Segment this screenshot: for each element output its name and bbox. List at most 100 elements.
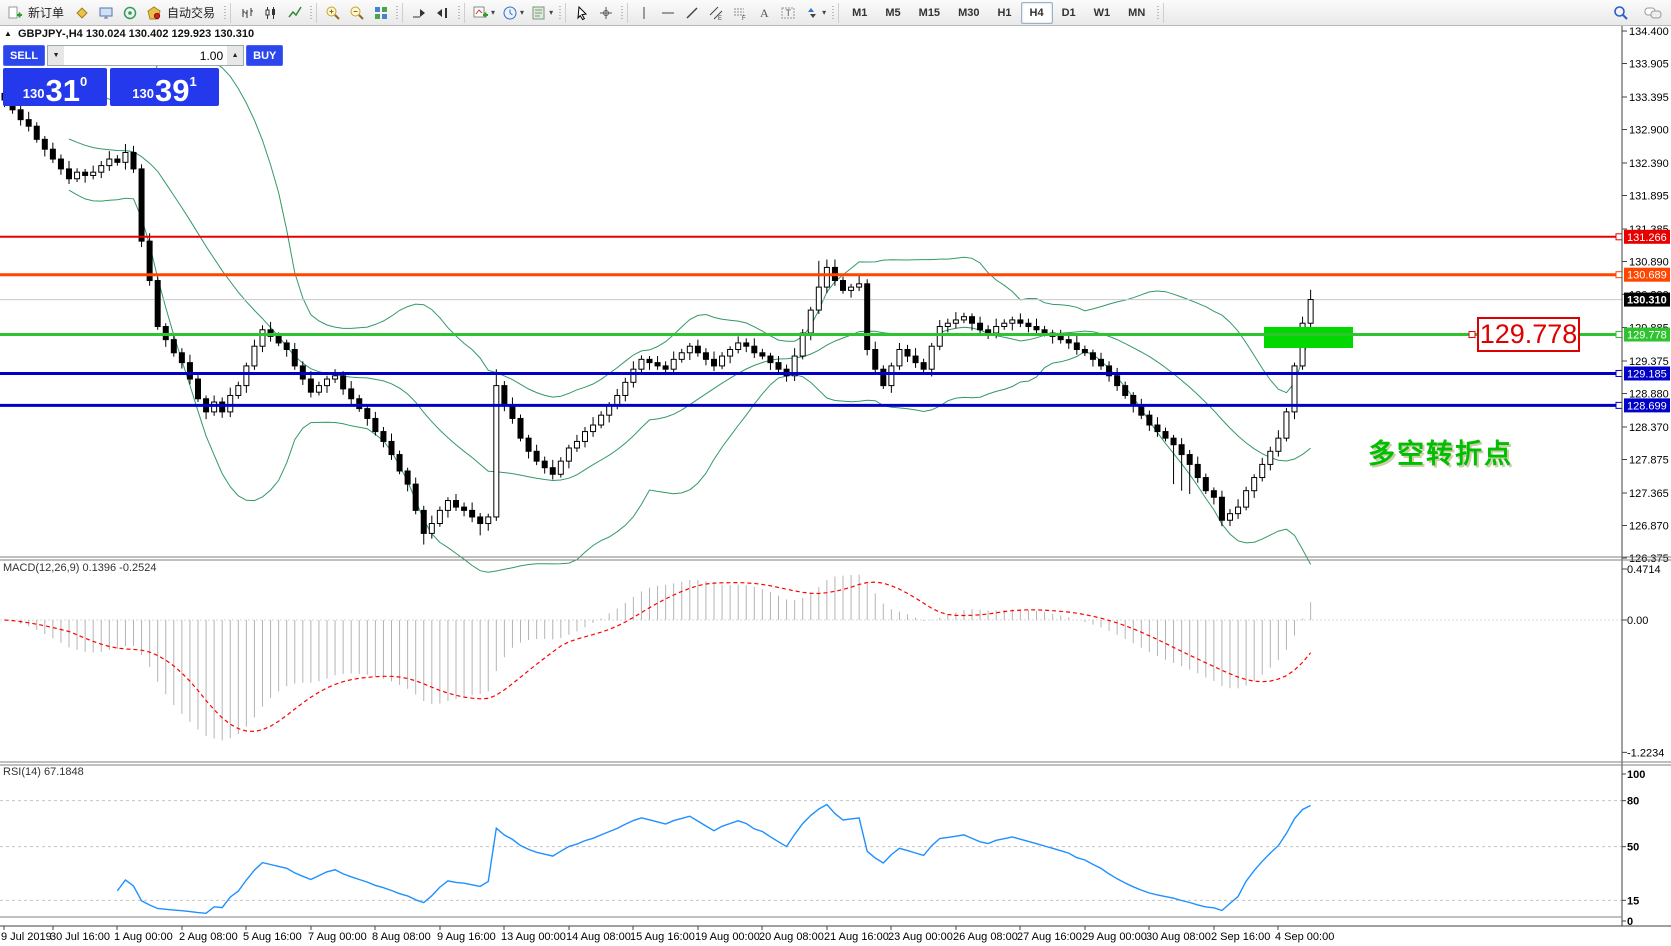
sell-price-pip: 0 — [80, 74, 87, 89]
svg-text:26 Aug 08:00: 26 Aug 08:00 — [953, 931, 1018, 943]
svg-text:30 Jul 16:00: 30 Jul 16:00 — [50, 931, 110, 943]
timeframe-m30[interactable]: M30 — [949, 2, 988, 24]
chart-shift-icon — [435, 5, 451, 21]
svg-text:134.400: 134.400 — [1629, 26, 1669, 38]
buy-price-prefix: 130 — [132, 86, 154, 101]
trendline-button[interactable] — [680, 2, 704, 24]
svg-text:128.370: 128.370 — [1629, 422, 1669, 434]
periods-dropdown-caret[interactable]: ▾ — [520, 8, 524, 17]
svg-text:9 Aug 16:00: 9 Aug 16:00 — [437, 931, 496, 943]
zoom-out-button[interactable] — [345, 2, 369, 24]
chat-button[interactable] — [1641, 2, 1665, 24]
svg-text:20 Aug 08:00: 20 Aug 08:00 — [759, 931, 824, 943]
templates-button[interactable] — [527, 2, 551, 24]
indicators-dropdown-caret[interactable]: ▾ — [491, 8, 495, 17]
search-button[interactable] — [1609, 2, 1633, 24]
indicators-button[interactable] — [469, 2, 493, 24]
fibonacci-button[interactable]: F — [728, 2, 752, 24]
buy-button[interactable]: BUY — [246, 45, 283, 66]
chat-icon — [1644, 5, 1662, 21]
gold-diamond-icon[interactable] — [70, 2, 94, 24]
vertical-line-icon — [636, 5, 652, 21]
svg-text:132.390: 132.390 — [1629, 158, 1669, 170]
timeframe-h1[interactable]: H1 — [988, 2, 1020, 24]
svg-text:50: 50 — [1627, 842, 1639, 854]
svg-text:132.900: 132.900 — [1629, 124, 1669, 136]
signal-icon[interactable] — [118, 2, 142, 24]
line-chart-button[interactable] — [283, 2, 307, 24]
svg-text:129.778: 129.778 — [1627, 330, 1667, 342]
buy-price-pip: 1 — [189, 74, 196, 89]
svg-text:133.395: 133.395 — [1629, 92, 1669, 104]
svg-text:A: A — [760, 6, 769, 20]
toolbar-separator — [831, 3, 839, 23]
templates-icon — [531, 5, 547, 21]
svg-text:E: E — [718, 16, 722, 21]
arrows-dropdown-caret[interactable]: ▾ — [822, 8, 826, 17]
crosshair-icon — [598, 5, 614, 21]
svg-text:19 Aug 00:00: 19 Aug 00:00 — [695, 931, 760, 943]
tile-windows-button[interactable] — [369, 2, 393, 24]
symbol-name: GBPJPY-,H4 — [18, 28, 83, 40]
svg-text:126.870: 126.870 — [1629, 520, 1669, 532]
svg-text:30 Aug 08:00: 30 Aug 08:00 — [1146, 931, 1211, 943]
templates-dropdown-caret[interactable]: ▾ — [549, 8, 553, 17]
monitor-icon[interactable] — [94, 2, 118, 24]
toolbar-separator — [457, 3, 465, 23]
timeframe-m5[interactable]: M5 — [876, 2, 909, 24]
crosshair-button[interactable] — [594, 2, 618, 24]
text-label-button[interactable]: T — [776, 2, 800, 24]
svg-text:15 Aug 16:00: 15 Aug 16:00 — [630, 931, 695, 943]
bar-chart-button[interactable] — [235, 2, 259, 24]
volume-decrease-button[interactable]: ▼ — [48, 46, 64, 65]
tile-windows-icon — [373, 5, 389, 21]
timeframe-m1[interactable]: M1 — [843, 2, 876, 24]
svg-text:131.266: 131.266 — [1627, 232, 1667, 244]
volume-increase-button[interactable]: ▲ — [227, 46, 243, 65]
symbol-info[interactable]: ▲ GBPJPY-,H4 130.024 130.402 129.923 130… — [4, 28, 254, 40]
timeframe-m15[interactable]: M15 — [910, 2, 949, 24]
channel-icon: E — [708, 5, 724, 21]
timeframe-w1[interactable]: W1 — [1085, 2, 1120, 24]
new-order-icon — [7, 5, 23, 21]
auto-scroll-button[interactable] — [407, 2, 431, 24]
periods-button[interactable] — [498, 2, 522, 24]
timeframe-d1[interactable]: D1 — [1053, 2, 1085, 24]
vertical-line-button[interactable] — [632, 2, 656, 24]
new-order-label[interactable]: 新订单 — [28, 4, 64, 21]
timeframe-mn[interactable]: MN — [1119, 2, 1154, 24]
toolbar-separator — [1156, 3, 1164, 23]
autotrading-icon[interactable] — [142, 2, 166, 24]
chart-shift-button[interactable] — [431, 2, 455, 24]
price-annotation-box[interactable]: 129.778 — [1477, 317, 1580, 352]
sell-price-display[interactable]: 130 31 0 — [3, 68, 107, 106]
sell-button[interactable]: SELL — [3, 45, 45, 66]
arrows-button[interactable] — [800, 2, 824, 24]
text-button[interactable]: A — [752, 2, 776, 24]
cursor-button[interactable] — [570, 2, 594, 24]
channel-button[interactable]: E — [704, 2, 728, 24]
new-order-button[interactable] — [3, 2, 27, 24]
svg-text:5 Aug 16:00: 5 Aug 16:00 — [243, 931, 302, 943]
svg-text:8 Aug 08:00: 8 Aug 08:00 — [372, 931, 431, 943]
horizontal-line-button[interactable] — [656, 2, 680, 24]
symbol-ohlc: 130.024 130.402 129.923 130.310 — [86, 28, 254, 40]
svg-text:130.310: 130.310 — [1627, 295, 1667, 307]
price-axis: 134.400133.905133.395132.900132.390131.8… — [1622, 26, 1670, 565]
autotrading-label[interactable]: 自动交易 — [167, 4, 215, 21]
volume-input[interactable] — [64, 46, 227, 65]
chart-canvas[interactable]: 134.400133.905133.395132.900132.390131.8… — [0, 0, 1671, 946]
svg-text:15: 15 — [1627, 895, 1639, 907]
auto-scroll-icon — [411, 5, 427, 21]
zoom-in-icon — [325, 5, 341, 21]
zoom-in-button[interactable] — [321, 2, 345, 24]
candles-layer — [2, 90, 1313, 544]
cn-annotation-text[interactable]: 多空转折点 — [1368, 432, 1513, 471]
svg-text:130.890: 130.890 — [1629, 256, 1669, 268]
svg-text:0.00: 0.00 — [1627, 615, 1648, 627]
timeframe-h4[interactable]: H4 — [1021, 2, 1053, 24]
collapse-triangle-icon[interactable]: ▲ — [4, 29, 12, 38]
svg-text:4 Sep 00:00: 4 Sep 00:00 — [1275, 931, 1334, 943]
candlestick-chart-button[interactable] — [259, 2, 283, 24]
buy-price-display[interactable]: 130 39 1 — [110, 68, 219, 106]
